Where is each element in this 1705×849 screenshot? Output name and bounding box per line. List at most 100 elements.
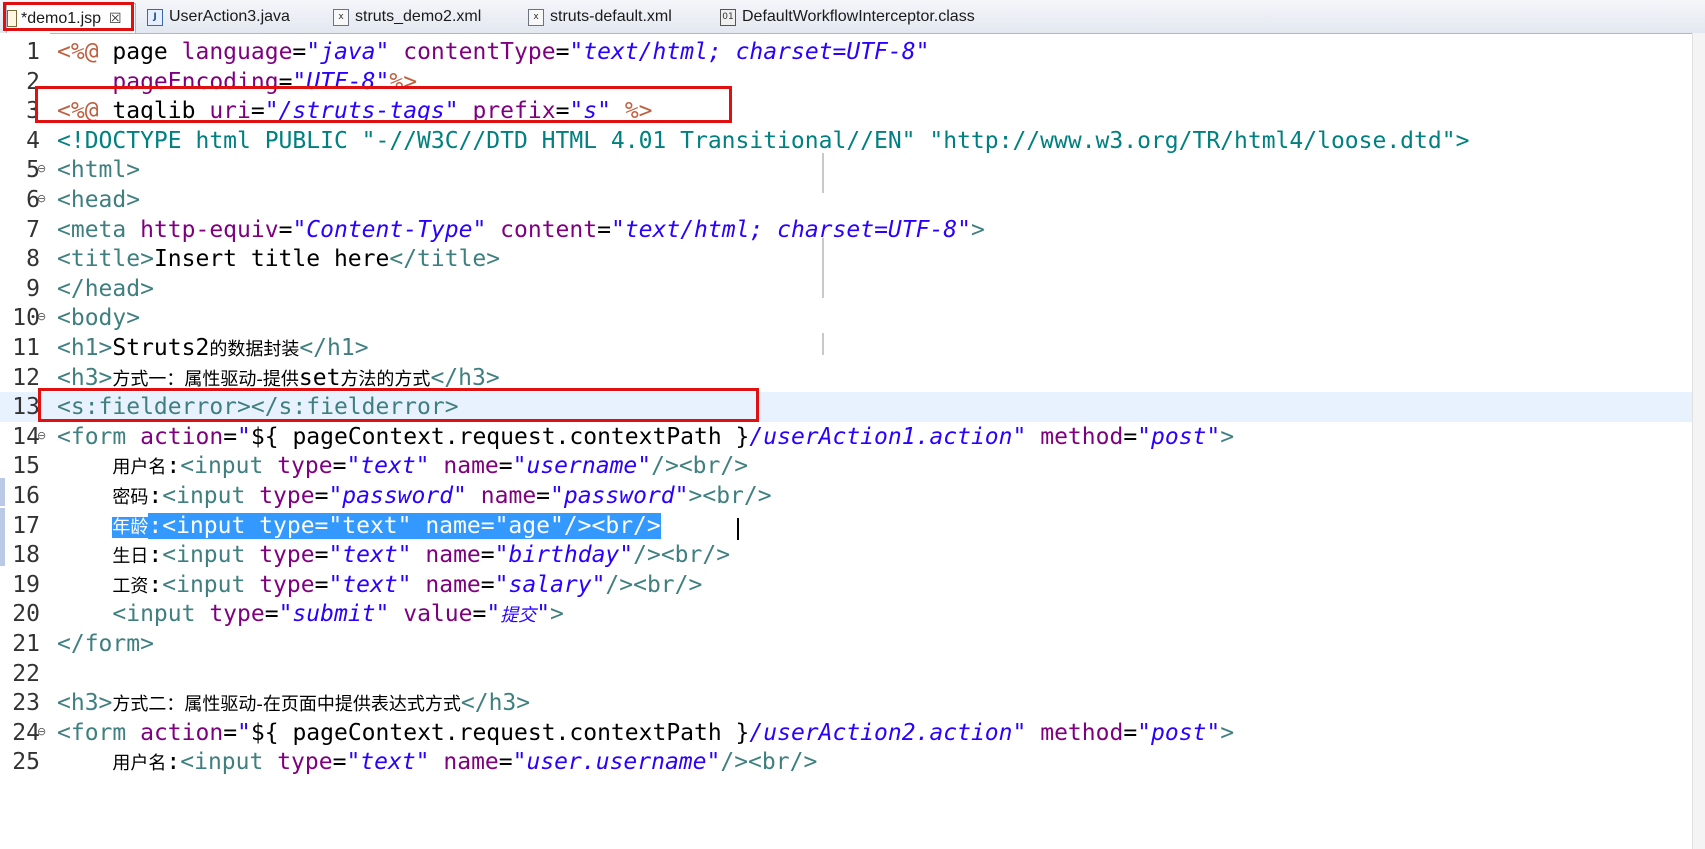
line-code: 用户名:<input type="text" name="username"/>… (57, 451, 748, 483)
code-token: </form> (57, 631, 154, 657)
fold-toggle-icon[interactable]: ⊖ (37, 163, 48, 174)
line-number: 4 (26, 127, 40, 154)
code-token: "submit" (278, 601, 390, 628)
code-token: " (536, 601, 551, 628)
line-code: <!DOCTYPE html PUBLIC "-//W3C//DTD HTML … (57, 126, 1469, 156)
fold-toggle-icon[interactable]: ⊖ (37, 193, 48, 204)
line-code: <meta http-equiv="Content-Type" content=… (57, 215, 985, 245)
selected-text: :<input type="text" name="age"/><br/> (148, 512, 661, 539)
code-token: page (112, 39, 182, 65)
code-token: <h3> (57, 690, 113, 717)
line-number: 22 (12, 660, 40, 687)
code-token: = (480, 542, 495, 569)
code-line[interactable]: 15 用户名:<input type="text" name="username… (0, 451, 1705, 481)
code-token: 用户名 (112, 753, 167, 775)
line-number: 3 (26, 98, 40, 125)
line-code: <h3>方式二：属性驱动-在页面中提供表达式方式</h3> (57, 688, 530, 720)
code-token: : (166, 453, 181, 480)
code-line[interactable]: 1 <%@ page language="java" contentType="t… (0, 37, 1705, 67)
code-line[interactable]: 19 工资:<input type="text" name="salary"/>… (0, 570, 1705, 600)
code-token: http-equiv (140, 216, 279, 243)
code-line[interactable]: 23 <h3>方式二：属性驱动-在页面中提供表达式方式</h3> (0, 688, 1705, 718)
code-token: = (1123, 423, 1138, 450)
line-code: <h1>Struts2的数据封装</h1> (57, 333, 369, 365)
code-line[interactable]: 4 <!DOCTYPE html PUBLIC "-//W3C//DTD HTML… (0, 126, 1705, 156)
code-token: <title> (57, 246, 154, 273)
code-line[interactable]: 21 </form> (0, 629, 1705, 659)
code-token: type (277, 749, 333, 776)
line-code: <form action="${ pageContext.request.con… (57, 422, 1234, 452)
fielderror-highlight-box (38, 388, 759, 422)
fold-toggle-icon[interactable]: ⊖ (37, 430, 48, 441)
code-line[interactable]: 11 <h1>Struts2的数据封装</h1> (0, 333, 1705, 363)
tab-useraction3-java[interactable]: J UserAction3.java (147, 4, 290, 30)
code-line[interactable]: 25 用户名:<input type="text" name="user.use… (0, 747, 1705, 777)
code-line[interactable]: 10 ⊖ <body> (0, 303, 1705, 333)
code-token: <h3> (57, 364, 113, 391)
tab-struts-default-xml[interactable]: x struts-default.xml (528, 4, 672, 30)
code-line[interactable]: 5 ⊖ <html> (0, 155, 1705, 185)
line-number: 6 (26, 187, 40, 213)
code-token: = (314, 483, 329, 509)
code-token: = (332, 749, 347, 776)
line-code: <body> (57, 303, 140, 333)
code-line[interactable]: 7 <meta http-equiv="Content-Type" content… (0, 215, 1705, 245)
code-token: : (148, 483, 163, 509)
code-token: "java" (306, 39, 390, 65)
code-token: "password" (328, 483, 467, 509)
line-number: 23 (12, 690, 40, 717)
line-number: 16 (12, 483, 40, 509)
code-line[interactable]: 8 <title>Insert title here</title> (0, 244, 1705, 274)
code-token: /><br/> (633, 542, 731, 569)
code-token: ${ pageContext.request.contextPath } (250, 423, 750, 450)
code-token: > (1220, 719, 1235, 746)
line-number: 15 (12, 453, 40, 480)
code-token: /userAction2.action" (749, 719, 1027, 746)
line-number: 12 (12, 364, 40, 391)
vertical-scrollbar[interactable] (1692, 33, 1705, 849)
code-line[interactable]: 16 密码:<input type="password" name="passw… (0, 481, 1705, 511)
code-line[interactable]: 24 ⊖ <form action="${ pageContext.request.… (0, 718, 1705, 748)
code-line[interactable]: 14 ⊖ <form action="${ pageContext.request.… (0, 422, 1705, 452)
code-token: "username" (512, 453, 652, 480)
code-token: <form (57, 719, 141, 746)
code-token: "text" (346, 453, 430, 480)
code-token: value (403, 601, 473, 628)
code-token: = (278, 216, 293, 243)
tab-defaultworkflowinterceptor-class[interactable]: 01 DefaultWorkflowInterceptor.class (720, 4, 975, 30)
code-line[interactable]: 9 </head> (0, 274, 1705, 304)
class-file-icon: 01 (720, 8, 736, 26)
fold-toggle-icon[interactable]: ⊖ (37, 726, 48, 737)
code-line[interactable]: 20 <input type="submit" value="提交"> (0, 599, 1705, 629)
code-line[interactable]: 17 年龄:<input type="text" name="age"/><br… (0, 511, 1705, 541)
line-number: 18 (12, 542, 40, 569)
code-token: 生日 (112, 546, 149, 568)
selected-text: 年龄 (112, 516, 149, 538)
code-editor[interactable]: 1 <%@ page language="java" contentType="t… (0, 33, 1705, 849)
line-code: 密码:<input type="password" name="password… (57, 481, 771, 513)
code-token: = (597, 216, 611, 243)
code-token: name (425, 571, 481, 598)
xml-file-icon: x (528, 8, 544, 26)
code-token: <%@ (57, 39, 113, 65)
code-token: </head> (57, 275, 154, 302)
line-code: 生日:<input type="text" name="birthday"/><… (57, 540, 730, 572)
tab-highlight-box (3, 2, 134, 31)
code-token: " (237, 719, 251, 746)
code-line[interactable]: 6 ⊖ <head> (0, 185, 1705, 215)
code-line[interactable]: 18 生日:<input type="text" name="birthday"… (0, 540, 1705, 570)
tab-struts-demo2-xml[interactable]: x struts_demo2.xml (333, 4, 481, 30)
code-line[interactable]: 22 (0, 659, 1705, 689)
line-number: 24 (12, 719, 40, 746)
fold-toggle-icon[interactable]: ⊖ (37, 311, 48, 322)
code-token: "Content-Type" (292, 216, 487, 243)
code-token: </title> (389, 246, 501, 273)
